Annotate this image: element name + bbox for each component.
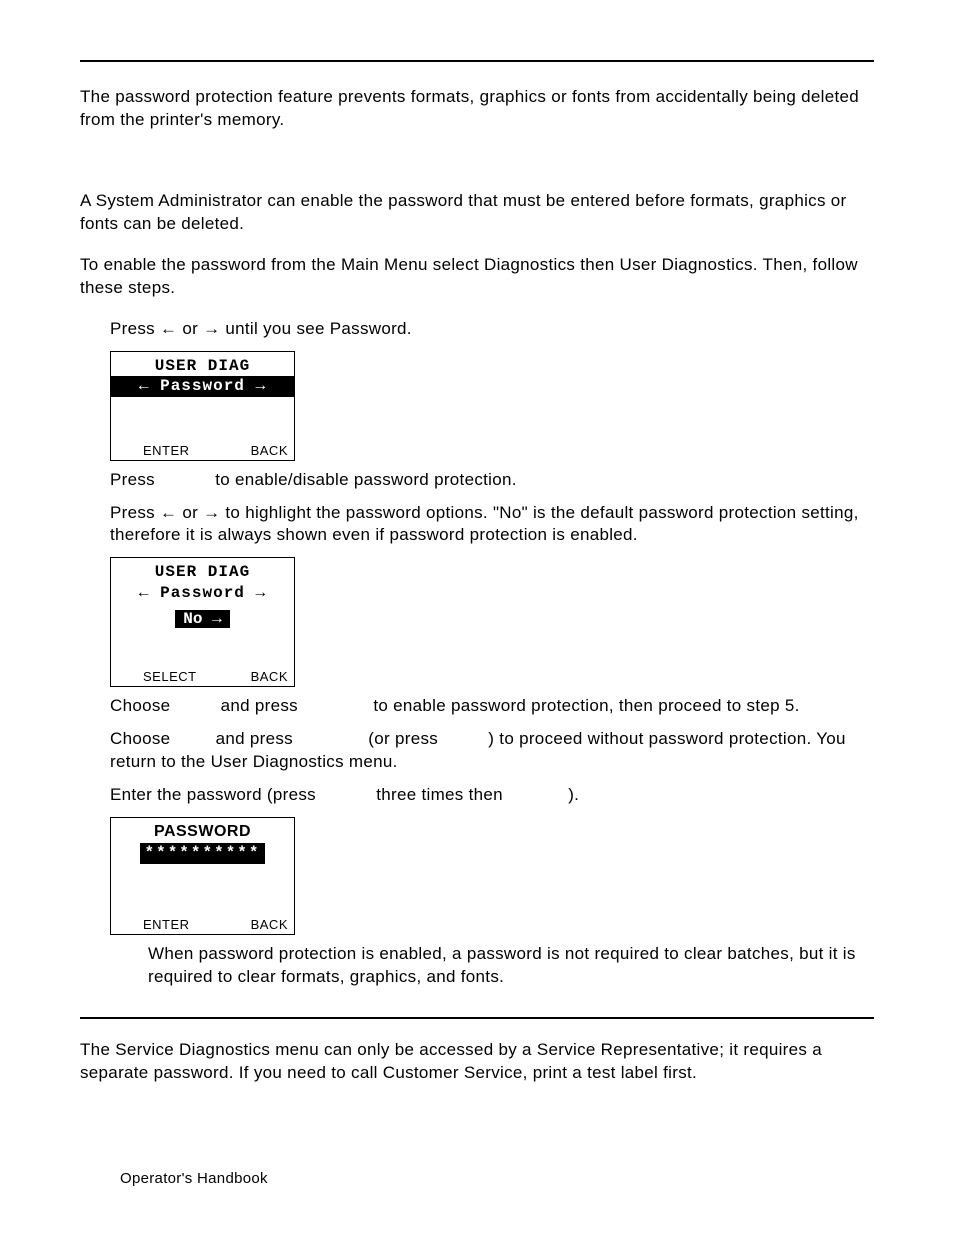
- lcd2-soft-right: BACK: [251, 669, 288, 684]
- lcd3-gap: [115, 864, 290, 917]
- lcd2-gap: [115, 628, 290, 669]
- step-1-text-a: Press: [110, 319, 160, 338]
- lcd3-softkeys: ENTER BACK: [115, 917, 290, 932]
- page: The password protection feature prevents…: [0, 0, 954, 1235]
- lcd1-softkeys: ENTER BACK: [115, 443, 290, 458]
- lcd-screen-2: USER DIAG ← Password → No → SELECT BACK: [110, 557, 295, 687]
- admin-paragraph: A System Administrator can enable the pa…: [80, 190, 874, 236]
- step-4b: Choose and press (or press ) to proceed …: [80, 728, 874, 774]
- lcd2-title: USER DIAG: [115, 562, 290, 583]
- lcd1-highlight: ← Password →: [111, 376, 294, 397]
- step-1-text-b: or: [177, 319, 203, 338]
- step-5: Enter the password (press three times th…: [80, 784, 874, 807]
- lcd1-gap: [115, 397, 290, 442]
- step-1: Press ← or → until you see Password.: [80, 318, 874, 341]
- enable-paragraph: To enable the password from the Main Men…: [80, 254, 874, 300]
- step-3-text-c: to highlight the password options. "No" …: [110, 503, 859, 545]
- arrow-right-icon: →: [203, 503, 220, 522]
- lcd3-value: **********: [115, 843, 290, 864]
- arrow-left-icon: ←: [160, 319, 177, 338]
- note-paragraph: When password protection is enabled, a p…: [148, 943, 874, 989]
- lcd-screen-3: PASSWORD ********** ENTER BACK: [110, 817, 295, 935]
- lcd1-title: USER DIAG: [115, 356, 290, 377]
- lcd-screen-1: USER DIAG ← Password → ENTER BACK: [110, 351, 295, 461]
- arrow-right-icon: →: [203, 319, 220, 338]
- service-paragraph: The Service Diagnostics menu can only be…: [80, 1039, 874, 1085]
- lcd3-title: PASSWORD: [115, 822, 290, 843]
- step-1-text-c: until you see Password.: [220, 319, 411, 338]
- lcd2-value-highlight: No →: [175, 610, 229, 628]
- lcd1-soft-left: ENTER: [143, 443, 190, 458]
- intro-paragraph: The password protection feature prevents…: [80, 86, 874, 132]
- lcd2-option: ← Password →: [115, 583, 290, 604]
- lcd2-softkeys: SELECT BACK: [115, 669, 290, 684]
- step-4a: Choose and press to enable password prot…: [80, 695, 874, 718]
- lcd3-soft-right: BACK: [251, 917, 288, 932]
- step-3-text-b: or: [177, 503, 203, 522]
- top-rule: [80, 60, 874, 62]
- arrow-left-icon: ←: [160, 503, 177, 522]
- step-3: Press ← or → to highlight the password o…: [80, 502, 874, 548]
- lcd1-soft-right: BACK: [251, 443, 288, 458]
- lcd3-soft-left: ENTER: [143, 917, 190, 932]
- section-rule: [80, 1017, 874, 1019]
- spacer: [80, 150, 874, 190]
- lcd3-highlight: **********: [140, 843, 264, 864]
- lcd1-option: ← Password →: [115, 376, 290, 397]
- step-2: Press to enable/disable password protect…: [80, 469, 874, 492]
- footer: Operator's Handbook: [120, 1170, 268, 1187]
- lcd2-value-row: No →: [115, 610, 290, 628]
- lcd2-soft-left: SELECT: [143, 669, 197, 684]
- step-3-text-a: Press: [110, 503, 160, 522]
